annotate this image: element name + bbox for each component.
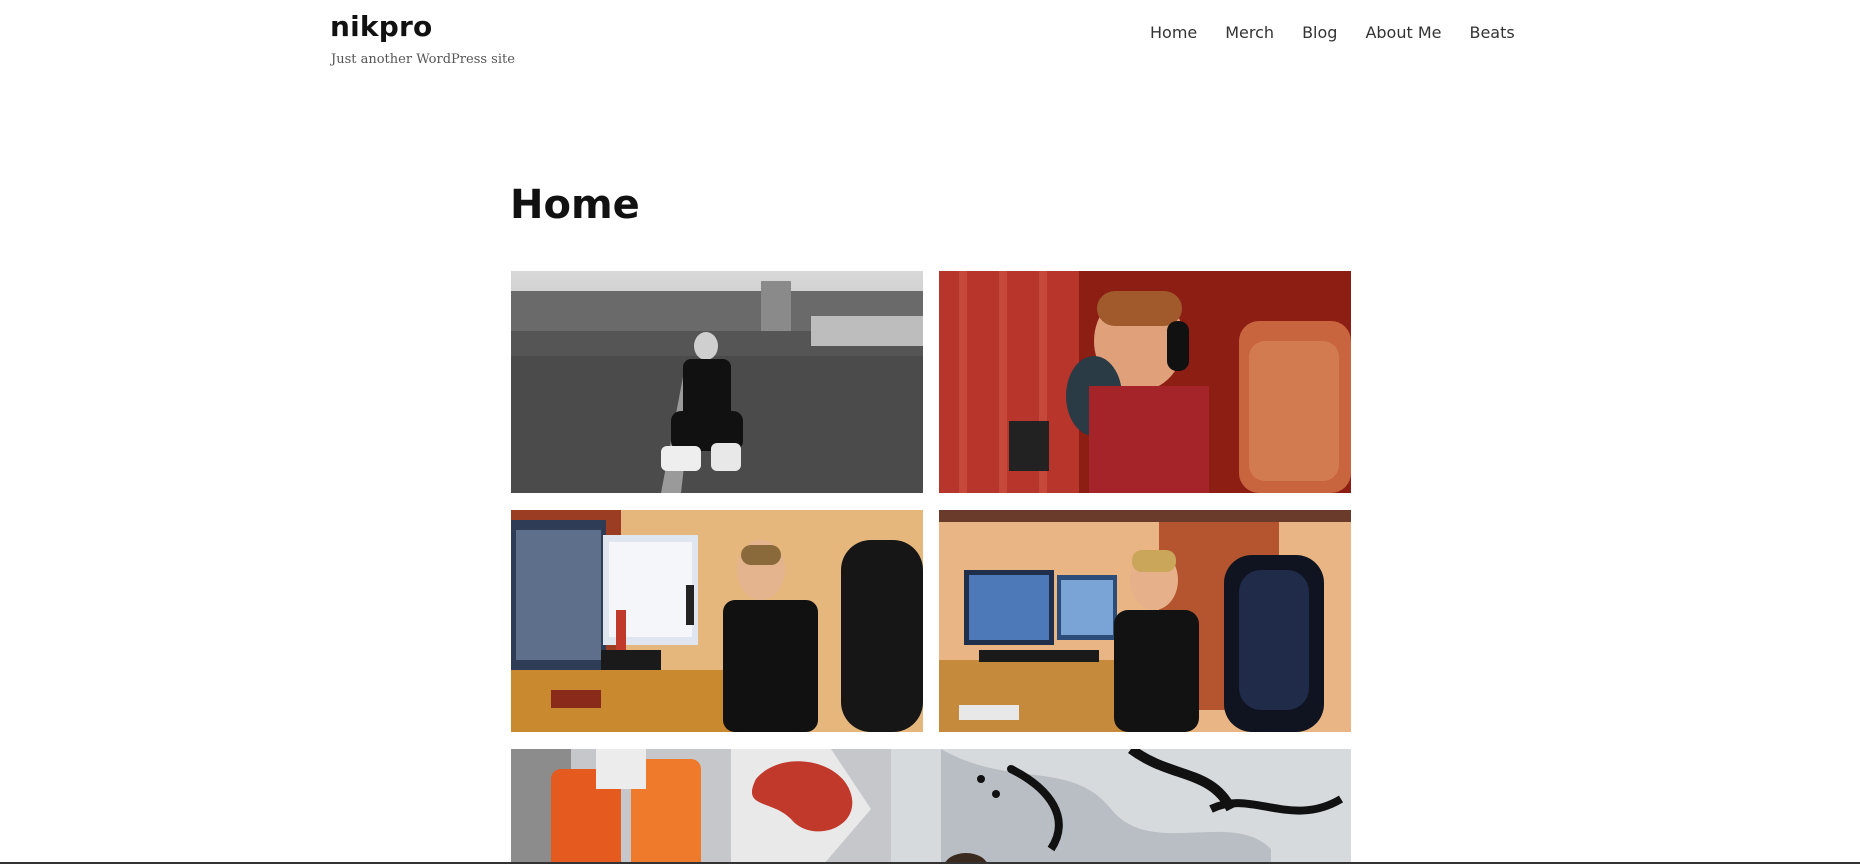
- nav-item-home[interactable]: Home: [1150, 22, 1197, 44]
- street-photo-image: [511, 271, 923, 493]
- site-title-link[interactable]: nikpro: [330, 10, 432, 43]
- nav-item-blog[interactable]: Blog: [1302, 22, 1337, 44]
- studio-side-photo-image: [511, 510, 923, 732]
- studio-front-photo-image: [939, 510, 1351, 732]
- graffiti-photo-image: [511, 749, 1351, 864]
- nav-item-merch[interactable]: Merch: [1225, 22, 1274, 44]
- gallery-image-studio-side[interactable]: [511, 510, 923, 732]
- page-title: Home: [510, 182, 640, 228]
- site-tagline: Just another WordPress site: [331, 52, 515, 67]
- gallery-image-street[interactable]: [511, 271, 923, 493]
- recording-photo-image: [939, 271, 1351, 493]
- gallery-image-studio-front[interactable]: [939, 510, 1351, 732]
- nav-item-about-me[interactable]: About Me: [1365, 22, 1441, 44]
- gallery-image-recording[interactable]: [939, 271, 1351, 493]
- primary-nav: Home Merch Blog About Me Beats: [1150, 22, 1515, 44]
- site-header: nikpro Just another WordPress site Home …: [0, 0, 1860, 90]
- nav-item-beats[interactable]: Beats: [1469, 22, 1514, 44]
- gallery-image-graffiti[interactable]: [511, 749, 1351, 864]
